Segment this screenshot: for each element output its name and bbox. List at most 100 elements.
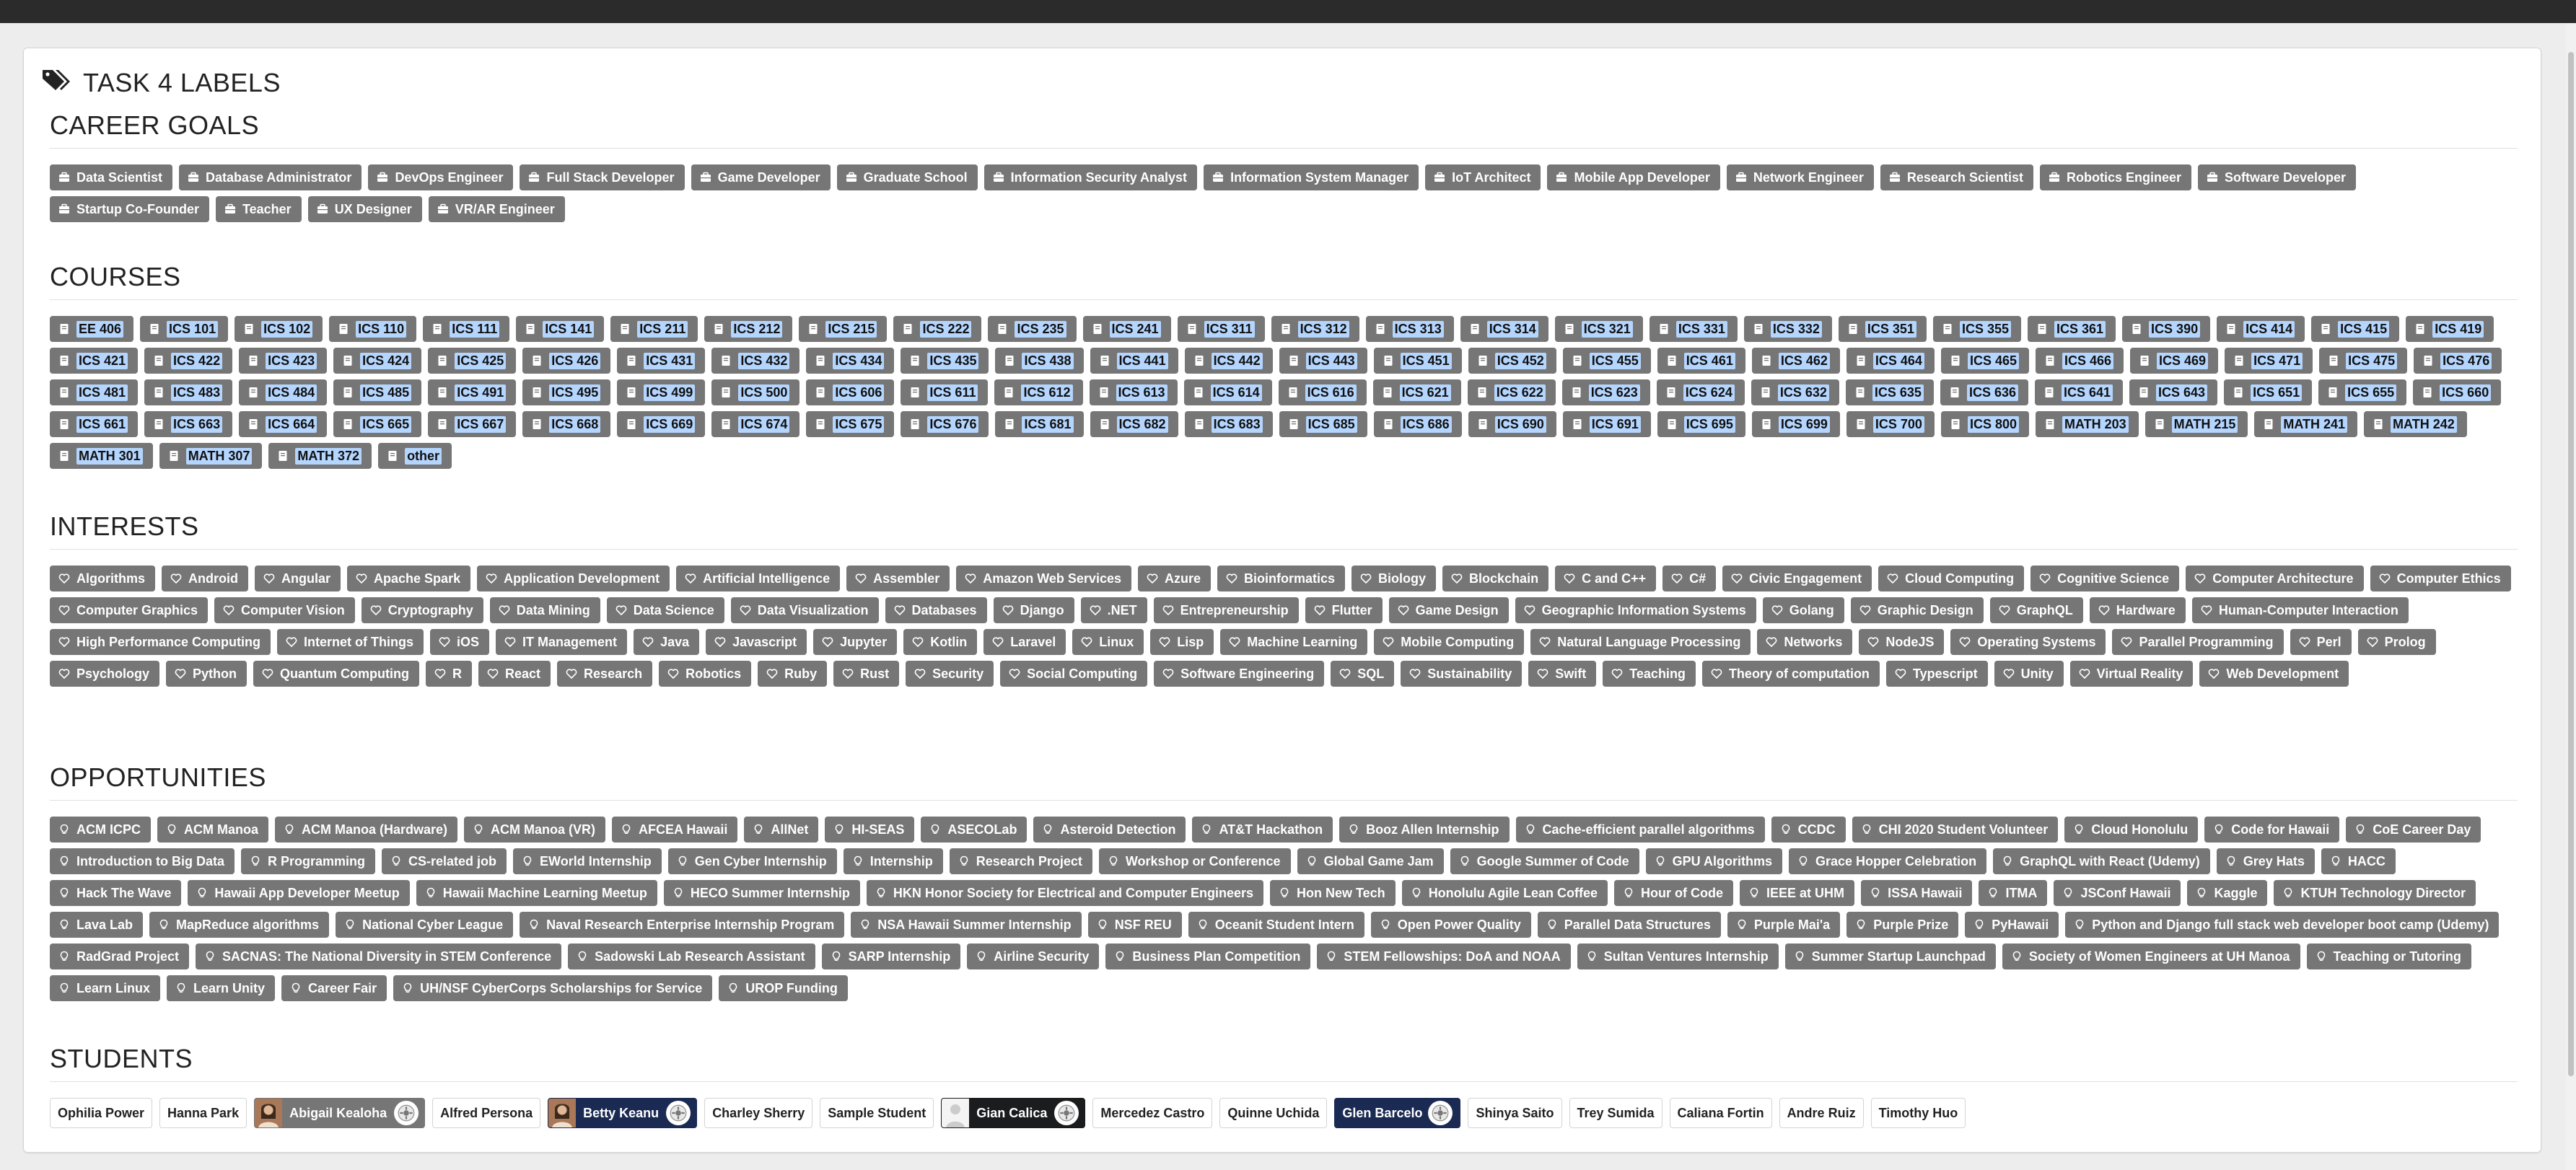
opportunity-label[interactable]: Research Project	[949, 848, 1092, 874]
interest-label[interactable]: R	[426, 661, 473, 687]
interest-label[interactable]: Prolog	[2357, 629, 2436, 655]
course-label[interactable]: ICS 606	[806, 379, 895, 405]
interest-label[interactable]: Psychology	[50, 661, 160, 687]
course-label[interactable]: ICS 419	[2406, 316, 2494, 342]
student-label[interactable]: Sample Student	[820, 1098, 934, 1128]
career-goal-label[interactable]: UX Designer	[307, 196, 422, 222]
scrollbar-track[interactable]	[2566, 23, 2576, 1170]
career-goal-label[interactable]: Full Stack Developer	[520, 164, 685, 190]
course-label[interactable]: ICS 435	[901, 348, 989, 374]
course-label[interactable]: ICS 664	[239, 411, 328, 437]
interest-label[interactable]: Data Visualization	[730, 597, 879, 623]
course-label[interactable]: ICS 623	[1561, 379, 1650, 405]
course-label[interactable]: ICS 682	[1090, 411, 1178, 437]
course-label[interactable]: ICS 683	[1184, 411, 1273, 437]
course-label[interactable]: ICS 241	[1082, 316, 1171, 342]
course-label[interactable]: ICS 355	[1932, 316, 2021, 342]
interest-label[interactable]: Unity	[1994, 661, 2064, 687]
interest-label[interactable]: .NET	[1080, 597, 1147, 623]
interest-label[interactable]: Cognitive Science	[2030, 566, 2180, 591]
opportunity-label[interactable]: Grace Hopper Celebration	[1789, 848, 1987, 874]
interest-label[interactable]: Django	[993, 597, 1074, 623]
interest-label[interactable]: C and C++	[1555, 566, 1657, 591]
opportunity-label[interactable]: Naval Research Enterprise Internship Pro…	[520, 912, 845, 938]
interest-label[interactable]: Entrepreneurship	[1153, 597, 1299, 623]
course-label[interactable]: ICS 622	[1467, 379, 1556, 405]
opportunity-label[interactable]: Learn Unity	[167, 975, 276, 1001]
interest-label[interactable]: Computer Ethics	[2370, 566, 2511, 591]
course-label[interactable]: ICS 215	[799, 316, 888, 342]
interest-label[interactable]: Teaching	[1603, 661, 1696, 687]
scrollbar-thumb[interactable]	[2568, 52, 2574, 1076]
career-goal-label[interactable]: VR/AR Engineer	[428, 196, 565, 222]
interest-label[interactable]: Laravel	[983, 629, 1066, 655]
course-label[interactable]: ICS 361	[2028, 316, 2116, 342]
career-goal-label[interactable]: Software Developer	[2198, 164, 2357, 190]
opportunity-label[interactable]: EWorld Internship	[513, 848, 662, 874]
course-label[interactable]: MATH 242	[2364, 411, 2467, 437]
opportunity-label[interactable]: Career Fair	[281, 975, 387, 1001]
interest-label[interactable]: Civic Engagement	[1722, 566, 1872, 591]
opportunity-label[interactable]: HACC	[2321, 848, 2396, 874]
interest-label[interactable]: Azure	[1137, 566, 1211, 591]
interest-label[interactable]: Databases	[885, 597, 987, 623]
course-label[interactable]: ICS 421	[50, 348, 139, 374]
course-label[interactable]: ICS 311	[1177, 316, 1265, 342]
opportunity-label[interactable]: Hour of Code	[1614, 880, 1734, 906]
course-label[interactable]: ICS 431	[617, 348, 706, 374]
opportunity-label[interactable]: Airline Security	[967, 944, 1100, 969]
course-label[interactable]: ICS 491	[428, 379, 517, 405]
course-label[interactable]: ICS 699	[1751, 411, 1840, 437]
course-label[interactable]: ICS 465	[1940, 348, 2029, 374]
interest-label[interactable]: Hardware	[2089, 597, 2186, 623]
opportunity-label[interactable]: Code for Hawaii	[2204, 817, 2340, 843]
course-label[interactable]: ICS 667	[428, 411, 517, 437]
interest-label[interactable]: C#	[1662, 566, 1717, 591]
course-label[interactable]: ICS 443	[1279, 348, 1367, 374]
interest-label[interactable]: React	[478, 661, 551, 687]
interest-label[interactable]: Amazon Web Services	[956, 566, 1131, 591]
course-label[interactable]: other	[378, 443, 452, 469]
course-label[interactable]: ICS 800	[1940, 411, 2029, 437]
opportunity-label[interactable]: Workshop or Conference	[1098, 848, 1291, 874]
opportunity-label[interactable]: RadGrad Project	[50, 944, 190, 969]
course-label[interactable]: ICS 111	[423, 316, 510, 342]
opportunity-label[interactable]: Kaggle	[2187, 880, 2268, 906]
interest-label[interactable]: Biology	[1351, 566, 1437, 591]
opportunity-label[interactable]: Booz Allen Internship	[1339, 817, 1510, 843]
opportunity-label[interactable]: Parallel Data Structures	[1537, 912, 1721, 938]
interest-label[interactable]: Parallel Programming	[2112, 629, 2284, 655]
interest-label[interactable]: Social Computing	[1000, 661, 1148, 687]
opportunity-label[interactable]: Hawaii App Developer Meetup	[188, 880, 410, 906]
interest-label[interactable]: Artificial Intelligence	[676, 566, 841, 591]
course-label[interactable]: ICS 415	[2311, 316, 2400, 342]
opportunity-label[interactable]: Grey Hats	[2216, 848, 2315, 874]
interest-label[interactable]: Virtual Reality	[2069, 661, 2194, 687]
course-label[interactable]: ICS 101	[140, 316, 229, 342]
interest-label[interactable]: Mobile Computing	[1374, 629, 1525, 655]
interest-label[interactable]: Research	[557, 661, 653, 687]
interest-label[interactable]: Web Development	[2199, 661, 2349, 687]
course-label[interactable]: ICS 313	[1365, 316, 1454, 342]
career-goal-label[interactable]: Teacher	[215, 196, 302, 222]
course-label[interactable]: EE 406	[50, 316, 134, 342]
course-label[interactable]: ICS 102	[235, 316, 323, 342]
career-goal-label[interactable]: Game Developer	[691, 164, 831, 190]
course-label[interactable]: ICS 351	[1838, 316, 1927, 342]
course-label[interactable]: ICS 700	[1846, 411, 1935, 437]
course-label[interactable]: ICS 485	[333, 379, 422, 405]
opportunity-label[interactable]: GPU Algorithms	[1645, 848, 1782, 874]
course-label[interactable]: ICS 483	[144, 379, 233, 405]
course-label[interactable]: ICS 471	[2225, 348, 2313, 374]
course-label[interactable]: ICS 390	[2122, 316, 2211, 342]
opportunity-label[interactable]: GraphQL with React (Udemy)	[1993, 848, 2210, 874]
interest-label[interactable]: Flutter	[1305, 597, 1383, 623]
career-goal-label[interactable]: Information System Manager	[1204, 164, 1419, 190]
opportunity-label[interactable]: CS-related job	[382, 848, 507, 874]
course-label[interactable]: ICS 621	[1372, 379, 1461, 405]
interest-label[interactable]: Apache Spark	[347, 566, 471, 591]
student-label[interactable]: Glen Barcelo	[1334, 1098, 1461, 1128]
interest-label[interactable]: Android	[162, 566, 249, 591]
career-goal-label[interactable]: Startup Co-Founder	[50, 196, 209, 222]
course-label[interactable]: ICS 141	[516, 316, 605, 342]
